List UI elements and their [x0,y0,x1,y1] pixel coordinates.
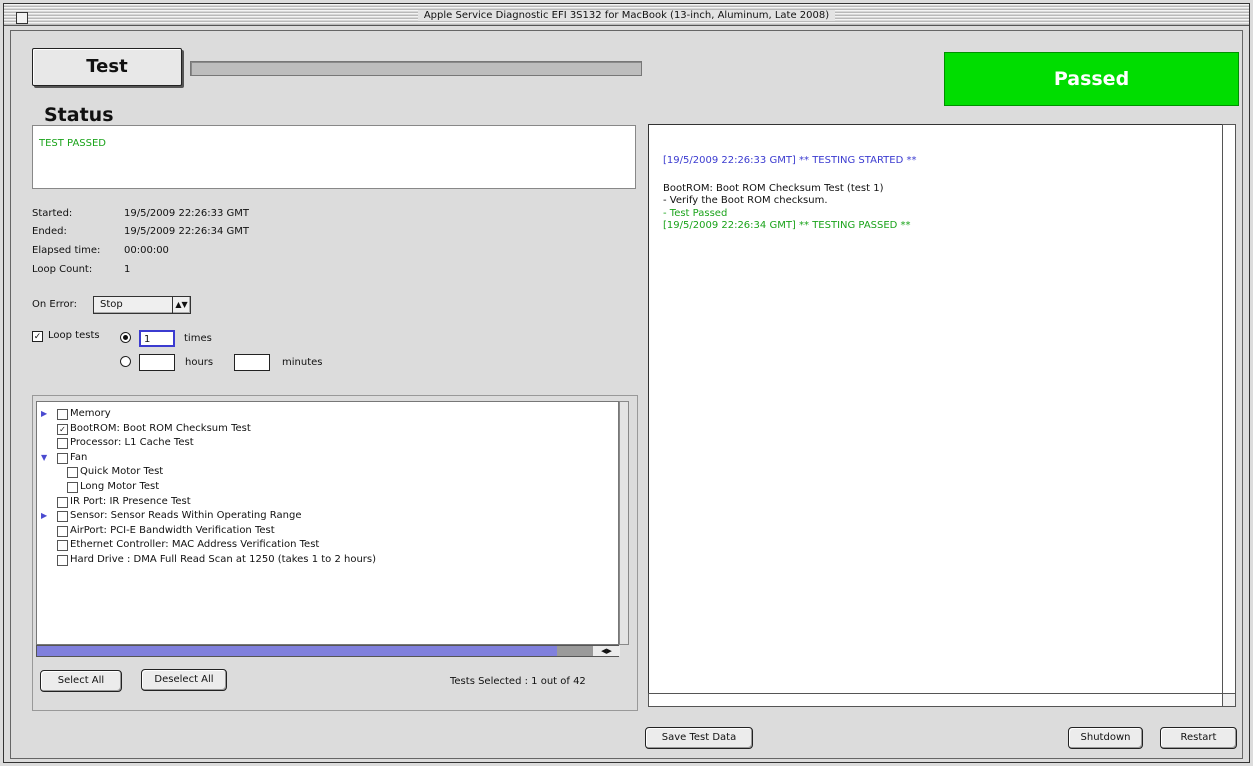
test-button[interactable]: Test [32,48,182,86]
elapsed-value: 00:00:00 [124,245,169,256]
test-label: Processor: L1 Cache Test [70,437,194,449]
test-checkbox[interactable] [57,409,68,420]
restart-button[interactable]: Restart [1160,727,1237,749]
test-checkbox[interactable] [57,511,68,523]
result-badge: Passed [944,52,1239,106]
on-error-value: Stop [100,299,123,310]
test-label: Long Motor Test [80,481,160,492]
test-tree-row[interactable]: AirPort: PCI-E Bandwidth Verification Te… [37,524,597,538]
loop-count-value: 1 [124,264,131,275]
log-vertical-scrollbar[interactable] [1222,124,1236,694]
on-error-label: On Error: [32,299,77,310]
test-tree-row[interactable]: Quick Motor Test [37,465,597,479]
test-tree-row[interactable]: IR Port: IR Presence Test [37,495,597,509]
test-checkbox[interactable] [67,467,78,479]
status-message: TEST PASSED [39,138,107,149]
test-label: Sensor: Sensor Reads Within Operating Ra… [70,510,302,522]
test-label: AirPort: PCI-E Bandwidth Verification Te… [70,524,275,536]
test-tree-row[interactable]: Processor: L1 Cache Test [37,436,597,450]
test-tree-row[interactable]: ▶ Sensor: Sensor Reads Within Operating R… [37,509,597,523]
loop-tests-label: Loop tests [48,330,100,341]
save-test-data-button[interactable]: Save Test Data [645,727,753,749]
test-log[interactable]: [19/5/2009 22:26:33 GMT] ** TESTING STAR… [648,124,1223,694]
loop-tests-checkbox[interactable]: ✓ [32,331,43,342]
log-line: - Verify the Boot ROM checksum. [663,195,828,206]
deselect-all-button[interactable]: Deselect All [141,669,227,691]
test-checkbox[interactable] [67,482,78,493]
test-label: IR Port: IR Presence Test [70,495,191,507]
scroll-corner [1222,693,1236,707]
test-checkbox[interactable] [57,555,68,566]
test-label: Quick Motor Test [80,466,164,478]
times-label: times [184,333,212,344]
log-line: [19/5/2009 22:26:33 GMT] ** TESTING STAR… [663,155,917,166]
test-checkbox[interactable] [57,525,68,537]
scroll-arrows-icon[interactable]: ◀▶ [593,646,620,656]
started-label: Started: [32,208,73,219]
chevron-updown-icon: ▲▼ [172,297,190,313]
disclosure-closed-icon[interactable]: ▶ [41,407,47,421]
test-checkbox[interactable] [57,540,68,552]
status-heading: Status [44,104,114,126]
tests-selected-count: Tests Selected : 1 out of 42 [450,676,586,687]
log-line: BootROM: Boot ROM Checksum Test (test 1) [663,183,884,194]
hours-label: hours [185,357,214,368]
tree-vertical-scrollbar[interactable] [619,401,629,645]
loop-count-label: Loop Count: [32,264,93,275]
tree-horizontal-scrollbar[interactable]: ◀▶ [36,645,620,657]
loop-times-radio[interactable] [120,332,131,343]
loop-times-input[interactable]: 1 [139,330,175,347]
ended-value: 19/5/2009 22:26:34 GMT [124,226,250,237]
minutes-label: minutes [282,357,323,368]
loop-duration-radio[interactable] [120,356,131,367]
test-tree-row[interactable]: Ethernet Controller: MAC Address Verific… [37,538,597,552]
title-bar[interactable]: Apple Service Diagnostic EFI 3S132 for M… [4,4,1249,26]
disclosure-closed-icon[interactable]: ▶ [41,509,47,523]
status-box: TEST PASSED [32,125,636,189]
ended-label: Ended: [32,226,67,237]
test-tree-row[interactable]: ▶ Memory [37,407,597,421]
test-checkbox[interactable] [57,438,68,450]
test-tree-row[interactable]: ▼ Fan [37,451,597,465]
test-checkbox[interactable] [57,496,68,508]
test-tree-row[interactable]: Long Motor Test [37,480,597,494]
disclosure-open-icon[interactable]: ▼ [41,451,47,465]
test-label: Ethernet Controller: MAC Address Verific… [70,539,320,551]
minutes-input[interactable] [234,354,270,371]
on-error-select[interactable]: Stop ▲▼ [93,296,191,314]
progress-bar [190,61,642,76]
shutdown-button[interactable]: Shutdown [1068,727,1143,749]
log-line: [19/5/2009 22:26:34 GMT] ** TESTING PASS… [663,220,911,231]
test-label: Fan [70,451,88,463]
test-tree-row[interactable]: ✓ BootROM: Boot ROM Checksum Test [37,422,597,436]
test-label: BootROM: Boot ROM Checksum Test [70,422,251,434]
test-tree-row[interactable]: Hard Drive : DMA Full Read Scan at 1250 … [37,553,597,567]
test-checkbox[interactable]: ✓ [57,423,68,435]
hours-input[interactable] [139,354,175,371]
test-label: Hard Drive : DMA Full Read Scan at 1250 … [70,554,377,565]
started-value: 19/5/2009 22:26:33 GMT [124,208,250,219]
test-tree-list[interactable]: ▶ Memory ✓ BootROM: Boot ROM Checksum Test P… [36,401,619,645]
test-label: Memory [70,408,111,419]
scroll-thumb[interactable] [557,646,593,656]
log-line: - Test Passed [663,208,728,219]
elapsed-label: Elapsed time: [32,245,101,256]
log-horizontal-scrollbar[interactable] [648,693,1223,707]
select-all-button[interactable]: Select All [40,670,122,692]
window-title: Apple Service Diagnostic EFI 3S132 for M… [417,10,836,21]
test-checkbox[interactable] [57,452,68,464]
